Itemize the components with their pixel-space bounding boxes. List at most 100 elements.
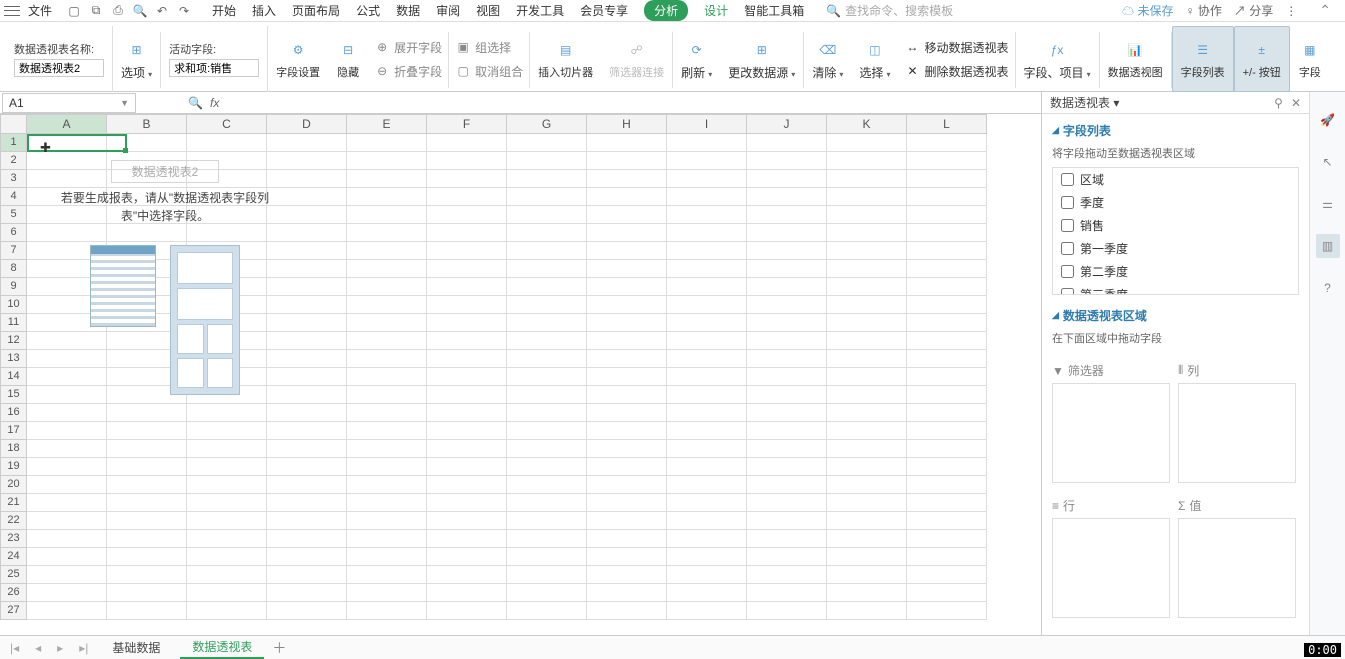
cell[interactable] xyxy=(267,530,347,548)
column-zone[interactable]: ⦀列 xyxy=(1178,356,1296,483)
cell[interactable] xyxy=(587,134,667,152)
field-checkbox[interactable] xyxy=(1061,173,1074,186)
row-header-25[interactable]: 25 xyxy=(0,566,27,584)
cell[interactable] xyxy=(347,206,427,224)
print-icon[interactable]: ⎙ xyxy=(110,3,126,19)
cell[interactable] xyxy=(347,278,427,296)
cell[interactable] xyxy=(347,170,427,188)
cell[interactable] xyxy=(267,422,347,440)
row-header-27[interactable]: 27 xyxy=(0,602,27,620)
cell[interactable] xyxy=(667,152,747,170)
cell[interactable] xyxy=(427,170,507,188)
row-header-8[interactable]: 8 xyxy=(0,260,27,278)
field-item[interactable]: 区域 xyxy=(1053,168,1298,191)
cell[interactable] xyxy=(827,530,907,548)
cell[interactable] xyxy=(747,386,827,404)
cell[interactable] xyxy=(827,494,907,512)
cell[interactable] xyxy=(587,404,667,422)
row-header-23[interactable]: 23 xyxy=(0,530,27,548)
cell[interactable] xyxy=(827,188,907,206)
cell[interactable] xyxy=(427,602,507,620)
field-item[interactable]: 第三季度 xyxy=(1053,283,1298,295)
cell[interactable] xyxy=(907,278,987,296)
row-header-20[interactable]: 20 xyxy=(0,476,27,494)
cell[interactable] xyxy=(907,242,987,260)
pivot-chart-button[interactable]: 📊 数据透视图 xyxy=(1100,26,1171,92)
cell[interactable] xyxy=(507,440,587,458)
cell[interactable] xyxy=(267,476,347,494)
sheet-nav-prev[interactable]: ◂ xyxy=(31,641,45,655)
cell[interactable] xyxy=(827,584,907,602)
cell[interactable] xyxy=(827,368,907,386)
col-header-H[interactable]: H xyxy=(587,114,667,134)
sheet-tab-0[interactable]: 基础数据 xyxy=(100,637,172,658)
tab-analyze[interactable]: 分析 xyxy=(644,0,688,21)
cell[interactable] xyxy=(427,530,507,548)
tab-member[interactable]: 会员专享 xyxy=(580,2,628,19)
name-box-dropdown-icon[interactable]: ▼ xyxy=(120,98,129,108)
cell[interactable] xyxy=(427,386,507,404)
cell[interactable] xyxy=(347,350,427,368)
cell[interactable] xyxy=(907,494,987,512)
cell[interactable] xyxy=(667,134,747,152)
cell[interactable] xyxy=(827,350,907,368)
cell[interactable] xyxy=(907,314,987,332)
cell[interactable] xyxy=(267,512,347,530)
cell[interactable] xyxy=(187,494,267,512)
cell[interactable] xyxy=(507,224,587,242)
cell[interactable] xyxy=(107,476,187,494)
cell[interactable] xyxy=(427,494,507,512)
cell[interactable] xyxy=(427,566,507,584)
cell[interactable] xyxy=(427,278,507,296)
add-sheet-button[interactable]: ＋ xyxy=(272,638,286,658)
cell[interactable] xyxy=(907,566,987,584)
refresh-button[interactable]: ⟳ 刷新 ▾ xyxy=(673,26,720,92)
cell[interactable] xyxy=(667,566,747,584)
cell[interactable] xyxy=(187,566,267,584)
active-field-input[interactable] xyxy=(169,59,259,77)
cell[interactable] xyxy=(827,260,907,278)
cell[interactable] xyxy=(747,404,827,422)
cell[interactable] xyxy=(187,458,267,476)
change-source-button[interactable]: ⊞ 更改数据源 ▾ xyxy=(720,26,803,92)
cell[interactable] xyxy=(427,368,507,386)
row-header-7[interactable]: 7 xyxy=(0,242,27,260)
cell[interactable] xyxy=(427,332,507,350)
tab-formula[interactable]: 公式 xyxy=(356,2,380,19)
redo-icon[interactable]: ↷ xyxy=(176,3,192,19)
cell[interactable] xyxy=(187,476,267,494)
row-header-12[interactable]: 12 xyxy=(0,332,27,350)
row-header-11[interactable]: 11 xyxy=(0,314,27,332)
cell[interactable] xyxy=(347,440,427,458)
cell[interactable] xyxy=(27,494,107,512)
cell[interactable] xyxy=(587,224,667,242)
cell[interactable] xyxy=(267,602,347,620)
cell[interactable] xyxy=(747,242,827,260)
row-header-6[interactable]: 6 xyxy=(0,224,27,242)
cell[interactable] xyxy=(747,296,827,314)
cell[interactable] xyxy=(507,350,587,368)
cell[interactable] xyxy=(587,206,667,224)
field-checkbox[interactable] xyxy=(1061,219,1074,232)
cell[interactable] xyxy=(27,548,107,566)
cell[interactable] xyxy=(907,458,987,476)
cell[interactable] xyxy=(507,152,587,170)
field-list[interactable]: 区域季度销售第一季度第二季度第三季度 xyxy=(1052,167,1299,295)
cell[interactable] xyxy=(747,584,827,602)
cell[interactable] xyxy=(347,368,427,386)
cell[interactable] xyxy=(587,440,667,458)
field-item[interactable]: 第二季度 xyxy=(1053,260,1298,283)
col-header-I[interactable]: I xyxy=(667,114,747,134)
cell[interactable] xyxy=(907,224,987,242)
row-header-16[interactable]: 16 xyxy=(0,404,27,422)
cell[interactable] xyxy=(827,548,907,566)
cell[interactable] xyxy=(827,386,907,404)
cell[interactable] xyxy=(427,476,507,494)
cell[interactable] xyxy=(907,170,987,188)
cell[interactable] xyxy=(667,260,747,278)
cell[interactable] xyxy=(347,386,427,404)
field-item[interactable]: 季度 xyxy=(1053,191,1298,214)
cell[interactable] xyxy=(507,584,587,602)
cell[interactable] xyxy=(507,512,587,530)
row-header-10[interactable]: 10 xyxy=(0,296,27,314)
